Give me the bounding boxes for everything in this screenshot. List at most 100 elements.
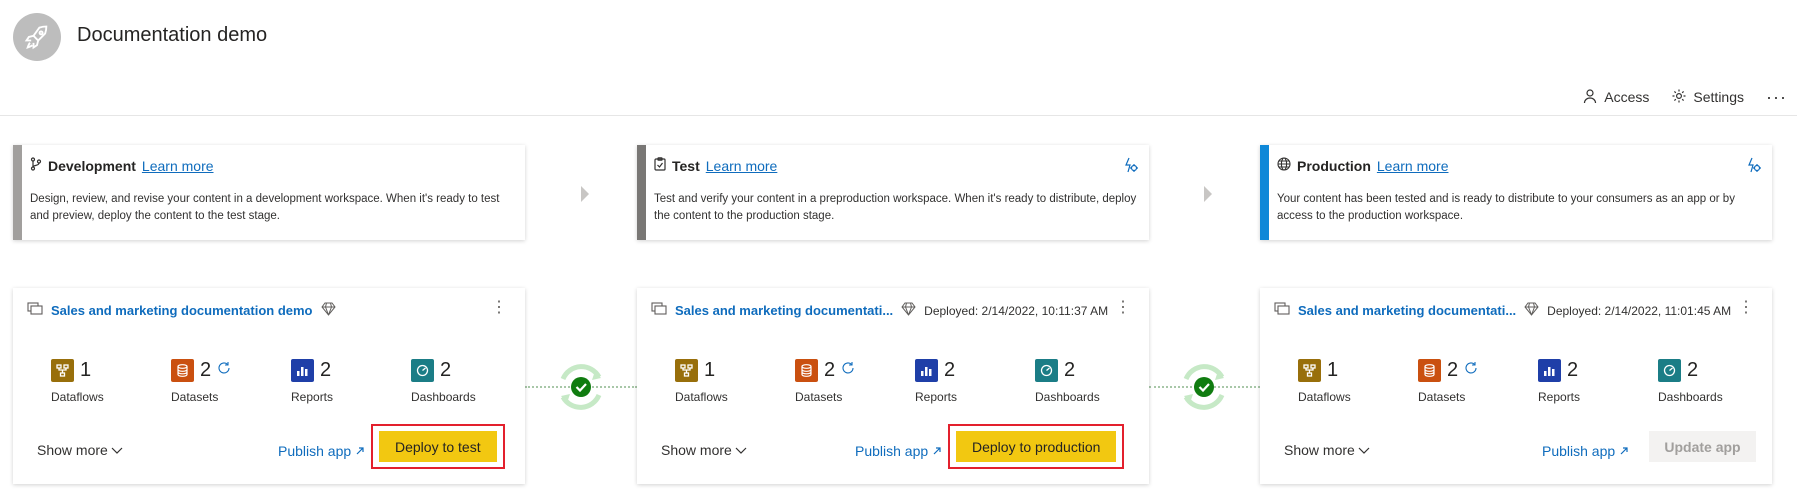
dataflows-item[interactable]: 1 Dataflows [51,356,171,404]
gear-icon [1671,88,1687,107]
item-label: Datasets [1418,390,1466,404]
workspace-card-test: Sales and marketing documentati... Deplo… [637,288,1149,484]
show-more-button[interactable]: Show more [1284,442,1370,458]
highlight-box: Deploy to test [371,424,505,469]
datasets-item[interactable]: 2 Datasets [795,356,915,404]
dashboards-item[interactable]: 2 Dashboards [1658,356,1778,404]
highlight-box: Deploy to production [948,424,1125,469]
premium-diamond-icon [320,302,336,319]
datasets-item[interactable]: 2 Datasets [171,356,291,404]
chevron-down-icon [1358,442,1370,458]
access-button[interactable]: Access [1582,88,1649,107]
stage-description: Your content has been tested and is read… [1277,193,1735,222]
settings-button[interactable]: Settings [1671,88,1744,107]
dataflows-item[interactable]: 1 Dataflows [675,356,795,404]
learn-more-link[interactable]: Learn more [706,158,778,174]
card-more-button[interactable]: ⋮ [491,300,507,316]
item-count: 2 [1064,358,1076,381]
item-label: Dashboards [411,390,476,404]
item-label: Reports [915,390,958,404]
update-app-button: Update app [1649,431,1756,462]
deployment-rules-icon[interactable] [1123,157,1139,178]
stage-header: Development Learn more [30,157,214,174]
datasets-item[interactable]: 2 Datasets [1418,356,1538,404]
workspace-link[interactable]: Sales and marketing documentati... [675,303,893,318]
deploy-to-production-button[interactable]: Deploy to production [956,431,1117,462]
dataset-icon [795,358,818,382]
item-count: 1 [1327,358,1339,381]
stage-name: Development [48,157,136,174]
show-more-button[interactable]: Show more [661,442,747,458]
dataflow-icon [1298,358,1321,382]
publish-label: Publish app [855,443,929,459]
dashboard-icon [1658,358,1681,382]
reports-item[interactable]: 2 Reports [1538,356,1658,404]
item-label: Reports [1538,390,1581,404]
settings-label: Settings [1693,89,1745,105]
publish-label: Publish app [1542,443,1616,459]
page-title: Documentation demo [77,24,268,46]
person-icon [1582,88,1598,107]
workspace-icon [27,302,43,319]
item-count: 2 [1447,358,1459,381]
card-header: Sales and marketing documentati... Deplo… [1274,300,1760,319]
stage-header: Test Learn more [654,157,777,174]
item-count: 1 [704,358,716,381]
card-more-button[interactable]: ⋮ [1115,300,1131,316]
branch-icon [30,157,42,174]
item-label: Dataflows [675,390,728,404]
deploy-to-test-button[interactable]: Deploy to test [379,431,497,462]
workspace-icon [1274,302,1290,319]
card-header: Sales and marketing documentati... Deplo… [651,300,1137,319]
publish-app-link[interactable]: Publish app [1542,443,1629,459]
reports-item[interactable]: 2 Reports [291,356,411,404]
workspace-icon [651,302,667,319]
item-count: 2 [944,358,956,381]
publish-app-link[interactable]: Publish app [855,443,942,459]
stage-description: Design, review, and revise your content … [30,193,500,222]
dataflow-icon [675,358,698,382]
card-more-button[interactable]: ⋮ [1738,300,1754,316]
in-sync-icon[interactable] [553,359,609,415]
learn-more-link[interactable]: Learn more [142,158,214,174]
dataflows-item[interactable]: 1 Dataflows [1298,356,1418,404]
content-items: 1 Dataflows 2 Datasets 2 Reports 2 Dashb… [675,356,1155,404]
content-items: 1 Dataflows 2 Datasets 2 Reports 2 Dashb… [1298,356,1778,404]
item-label: Dataflows [1298,390,1351,404]
refresh-icon [841,361,855,380]
publish-app-link[interactable]: Publish app [278,443,365,459]
item-count: 2 [200,358,212,381]
item-label: Datasets [171,390,219,404]
stage-header: Production Learn more [1277,157,1448,174]
external-link-icon [1619,443,1629,459]
report-icon [1538,358,1561,382]
workspace-link[interactable]: Sales and marketing documentati... [1298,303,1516,318]
deployment-rules-icon[interactable] [1746,157,1762,178]
learn-more-link[interactable]: Learn more [1377,158,1449,174]
premium-diamond-icon [1524,302,1539,319]
workspace-card-production: Sales and marketing documentati... Deplo… [1260,288,1772,484]
more-options-button[interactable]: ··· [1766,87,1787,108]
item-count: 2 [440,358,452,381]
item-count: 2 [320,358,332,381]
show-more-label: Show more [1284,442,1355,458]
clipboard-icon [654,157,666,174]
publish-label: Publish app [278,443,352,459]
in-sync-icon[interactable] [1176,359,1232,415]
item-label: Reports [291,390,334,404]
workspace-card-development: Sales and marketing documentation demo ⋮… [13,288,525,484]
reports-item[interactable]: 2 Reports [915,356,1035,404]
item-label: Dataflows [51,390,104,404]
stage-production: Production Learn more Your content has b… [1260,145,1772,240]
workspace-link[interactable]: Sales and marketing documentation demo [51,303,313,318]
show-more-button[interactable]: Show more [37,442,123,458]
deployed-timestamp: Deployed: 2/14/2022, 11:01:45 AM [1547,303,1732,318]
item-label: Dashboards [1658,390,1723,404]
chevron-right-icon [581,186,589,202]
dataset-icon [1418,358,1441,382]
workspace-actions: Access Settings ··· [1582,84,1797,110]
dashboards-item[interactable]: 2 Dashboards [1035,356,1155,404]
dashboards-item[interactable]: 2 Dashboards [411,356,531,404]
globe-icon [1277,157,1291,174]
show-more-label: Show more [37,442,108,458]
